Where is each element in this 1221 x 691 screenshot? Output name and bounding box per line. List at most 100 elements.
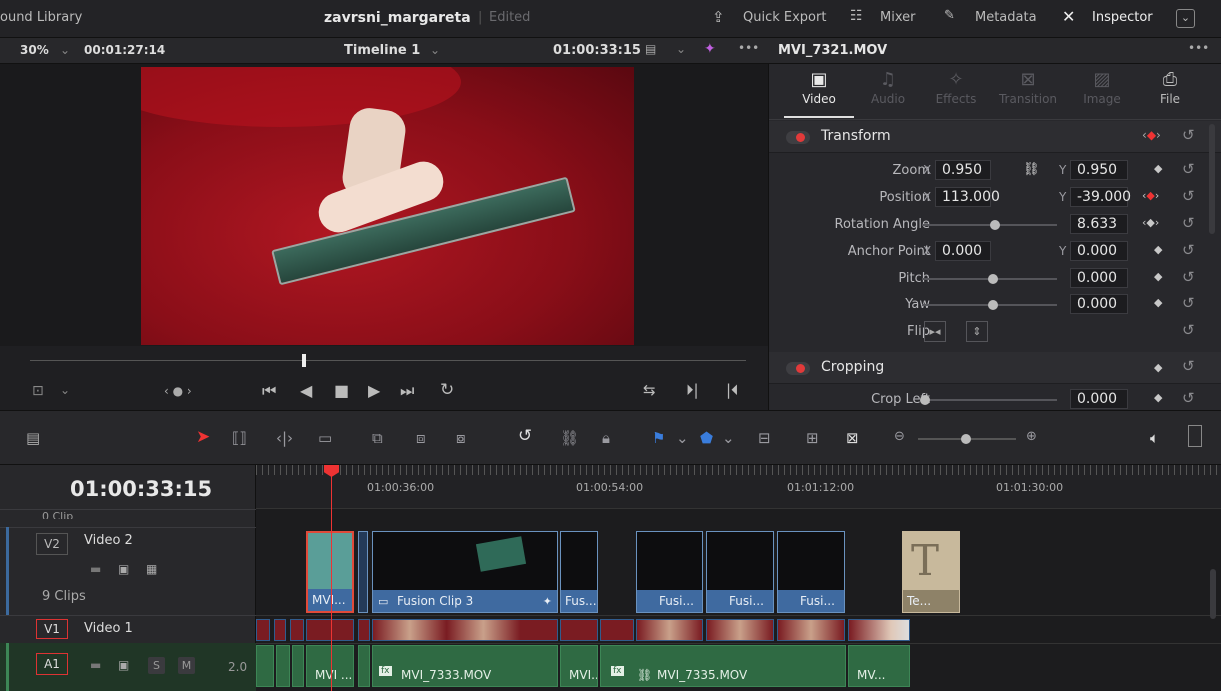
quick-export-button[interactable]: Quick Export <box>743 10 826 25</box>
selection-tool-icon[interactable]: ➤ <box>196 427 210 447</box>
mark-in-icon[interactable]: ⏵| <box>686 381 699 399</box>
a1-track-id[interactable]: A1 <box>36 653 68 675</box>
chevron-down-icon[interactable]: ⌄ <box>722 429 735 447</box>
video-viewer[interactable] <box>0 64 768 346</box>
color-wheel-icon[interactable]: ✦ <box>704 41 716 57</box>
chevron-down-icon[interactable]: ⌄ <box>60 383 70 397</box>
expand-panel-icon[interactable]: ⌄ <box>1176 9 1195 28</box>
stop-icon[interactable]: ■ <box>334 381 349 400</box>
rotation-slider[interactable] <box>922 220 1057 230</box>
chevron-down-icon[interactable]: ⌄ <box>676 42 686 56</box>
keyframe-icon[interactable]: ◆ <box>1154 270 1162 283</box>
v1-clip[interactable] <box>372 619 558 641</box>
sound-library-button[interactable]: ound Library <box>0 10 82 25</box>
pitch-field[interactable]: 0.000 <box>1070 268 1128 288</box>
chevron-down-icon[interactable]: ⌄ <box>430 43 440 57</box>
link-icon[interactable]: ⛓ <box>1023 162 1040 177</box>
yaw-slider[interactable] <box>922 300 1057 310</box>
pitch-slider[interactable] <box>922 274 1057 284</box>
link-clips-icon[interactable]: ⛓ <box>560 429 579 447</box>
crop-left-field[interactable]: 0.000 <box>1070 389 1128 409</box>
flip-vertical-icon[interactable]: ⇕ <box>966 321 988 342</box>
tab-effects[interactable]: ✧ Effects <box>921 68 991 106</box>
hq-icon[interactable]: ▤ <box>645 42 656 56</box>
marker-icon[interactable]: ⬟ <box>700 429 713 447</box>
reset-icon[interactable]: ↺ <box>1182 160 1195 178</box>
zoom-y-field[interactable]: 0.950 <box>1070 160 1128 180</box>
lock-icon[interactable]: ▬ <box>90 562 101 576</box>
audio-clip[interactable]: MVI_7333.MOV fx <box>372 645 558 687</box>
v2-track-id[interactable]: V2 <box>36 533 68 555</box>
audio-meter-icon[interactable] <box>1188 425 1202 447</box>
audio-clip[interactable]: MVI ... <box>306 645 354 687</box>
rotation-field[interactable]: 8.633 <box>1070 214 1128 234</box>
trim-tool-icon[interactable]: ⟦⟧ <box>232 429 247 447</box>
clip-v2[interactable]: Fusion Clip 3 ▭ ✦ <box>372 531 558 613</box>
tab-transition[interactable]: ⊠ Transition <box>993 68 1063 106</box>
transform-header[interactable]: Transform ‹◆› ↺ <box>769 121 1221 153</box>
v1-clip[interactable] <box>306 619 354 641</box>
keyframe-nav-icon[interactable]: ‹◆› <box>1142 216 1159 229</box>
skip-to-end-icon[interactable]: ⏭ <box>400 381 414 401</box>
clip-v2[interactable]: Fusi... <box>777 531 845 613</box>
audio-clip[interactable]: MVI... <box>560 645 598 687</box>
tab-file[interactable]: ⎙ File <box>1135 68 1205 106</box>
v1-clip[interactable] <box>777 619 845 641</box>
zoom-out-icon[interactable]: ⊖ <box>894 429 905 444</box>
clip-v2[interactable]: Fus... <box>560 531 598 613</box>
v2-track-name[interactable]: Video 2 <box>84 533 133 548</box>
slider-knob[interactable] <box>988 300 998 310</box>
solo-button[interactable]: S <box>148 657 165 674</box>
inspector-more-icon[interactable]: ••• <box>1188 41 1209 55</box>
anchor-y-field[interactable]: 0.000 <box>1070 241 1128 261</box>
slider-knob[interactable] <box>988 274 998 284</box>
chevron-down-icon[interactable]: ⌄ <box>60 43 70 57</box>
zoom-slider[interactable] <box>918 434 1016 444</box>
film-icon[interactable]: ▦ <box>146 562 157 576</box>
inspector-scrollbar[interactable] <box>1209 124 1215 234</box>
inspector-button[interactable]: Inspector <box>1092 10 1153 25</box>
reset-icon[interactable]: ↺ <box>1182 294 1195 312</box>
tab-audio[interactable]: ♫ Audio <box>853 68 923 106</box>
insert-clip-icon[interactable]: ⧉ <box>372 429 383 447</box>
reset-icon[interactable]: ↺ <box>1182 241 1195 259</box>
v1-track-id[interactable]: V1 <box>36 619 68 639</box>
metadata-button[interactable]: Metadata <box>975 10 1037 25</box>
auto-select-icon[interactable]: ▣ <box>118 562 129 576</box>
snapping-icon[interactable]: ↺ <box>518 426 532 446</box>
v1-track-name[interactable]: Video 1 <box>84 621 133 636</box>
clip-v2-sliver[interactable] <box>358 531 368 613</box>
keyframe-icon[interactable]: ◆ <box>1154 296 1162 309</box>
mute-button[interactable]: M <box>178 657 195 674</box>
lock-icon[interactable]: ▬ <box>90 658 101 672</box>
v1-clip[interactable] <box>358 619 370 641</box>
audio-clip[interactable] <box>292 645 304 687</box>
v1-clip[interactable] <box>274 619 286 641</box>
flag-icon[interactable]: ⚑ <box>652 429 665 447</box>
audio-clip[interactable] <box>276 645 290 687</box>
speaker-icon[interactable]: 🔈︎ <box>1150 429 1159 447</box>
timeline-scrollbar[interactable] <box>1210 569 1216 619</box>
blade-tool-icon[interactable]: ▭ <box>318 429 332 447</box>
slider-knob[interactable] <box>920 395 930 405</box>
timeline-ruler[interactable]: 01:00:36:00 01:00:54:00 01:01:12:00 01:0… <box>256 465 1221 509</box>
cropping-header[interactable]: Cropping ◆ ↺ <box>769 352 1221 384</box>
crop-left-slider[interactable] <box>920 395 1057 405</box>
v1-clip[interactable] <box>560 619 598 641</box>
reset-icon[interactable]: ↺ <box>1182 389 1195 407</box>
v1-clip[interactable] <box>600 619 634 641</box>
chevron-down-icon[interactable]: ⌄ <box>676 429 689 447</box>
mark-out-icon[interactable]: |⏴ <box>726 381 739 399</box>
zoom-detail-icon[interactable]: ⊞ <box>806 429 819 447</box>
replace-clip-icon[interactable]: ⧇ <box>456 429 466 447</box>
audio-clip[interactable] <box>358 645 370 687</box>
audio-clip[interactable]: MVI_7335.MOV fx ⛓ <box>600 645 846 687</box>
keyframe-icon[interactable]: ◆ <box>1154 391 1162 404</box>
zoom-dropdown[interactable]: 30% <box>20 43 49 57</box>
keyframe-icon[interactable]: ◆ <box>1154 162 1162 175</box>
v1-clip[interactable] <box>848 619 910 641</box>
reset-icon[interactable]: ↺ <box>1182 126 1195 144</box>
transform-toggle[interactable] <box>786 131 810 144</box>
position-lock-icon[interactable]: 🔒︎ <box>602 429 610 447</box>
scrubber-track[interactable] <box>30 360 746 361</box>
